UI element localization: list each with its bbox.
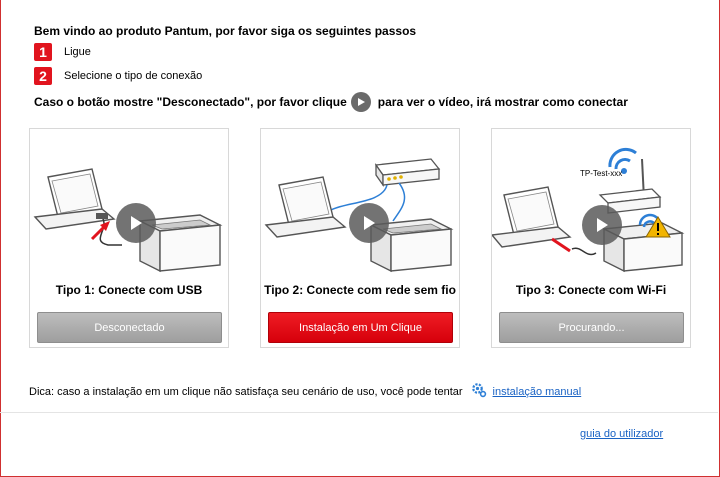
step-2: 2 Selecione o tipo de conexão (34, 67, 202, 85)
usb-connection-card: Tipo 1: Conecte com USB Desconectado (29, 128, 229, 348)
card-title: Tipo 1: Conecte com USB (55, 283, 203, 297)
play-icon (597, 218, 608, 232)
step-number-badge: 2 (34, 67, 52, 85)
hint-text-after: para ver o vídeo, irá mostrar como conec… (377, 95, 628, 109)
tip-text: Dica: caso a instalação em um clique não… (29, 385, 463, 398)
play-video-button[interactable] (116, 203, 156, 243)
hint-text-before: Caso o botão mostre "Desconectado", por … (34, 95, 347, 109)
play-video-button[interactable] (582, 205, 622, 245)
user-guide-link[interactable]: guia do utilizador (580, 428, 663, 440)
play-icon (364, 216, 375, 230)
step-1: 1 Ligue (34, 43, 91, 61)
welcome-heading: Bem vindo ao produto Pantum, por favor s… (34, 24, 417, 38)
installation-tip: Dica: caso a instalação em um clique não… (29, 382, 581, 401)
play-icon (131, 216, 142, 230)
step-label: Selecione o tipo de conexão (64, 70, 203, 82)
play-icon (350, 92, 371, 112)
gear-icon (471, 382, 487, 401)
wireless-network-card: Tipo 2: Conecte com rede sem fio Instala… (260, 128, 460, 348)
disconnected-button[interactable]: Desconectado (37, 312, 222, 343)
step-label: Ligue (64, 46, 91, 58)
wifi-connection-illustration: TP-Test-xxx (492, 147, 685, 273)
one-click-install-button[interactable]: Instalação em Um Clique (268, 312, 453, 343)
card-title: Tipo 3: Conecte com Wi-Fi (515, 283, 667, 297)
footer-divider (0, 412, 718, 413)
step-number-badge: 1 (34, 43, 52, 61)
card-title: Tipo 2: Conecte com rede sem fio (264, 283, 456, 297)
wireless-network-illustration (264, 158, 454, 273)
ssid-label: TP-Test-xxx (580, 169, 622, 178)
play-video-button[interactable] (349, 203, 389, 243)
searching-button[interactable]: Procurando... (499, 312, 684, 343)
wifi-connection-card: TP-Test-xxx Tipo 3: Conecte com Wi-Fi Pr… (491, 128, 691, 348)
manual-install-link[interactable]: instalação manual (493, 386, 582, 398)
video-hint: Caso o botão mostre "Desconectado", por … (34, 92, 628, 112)
